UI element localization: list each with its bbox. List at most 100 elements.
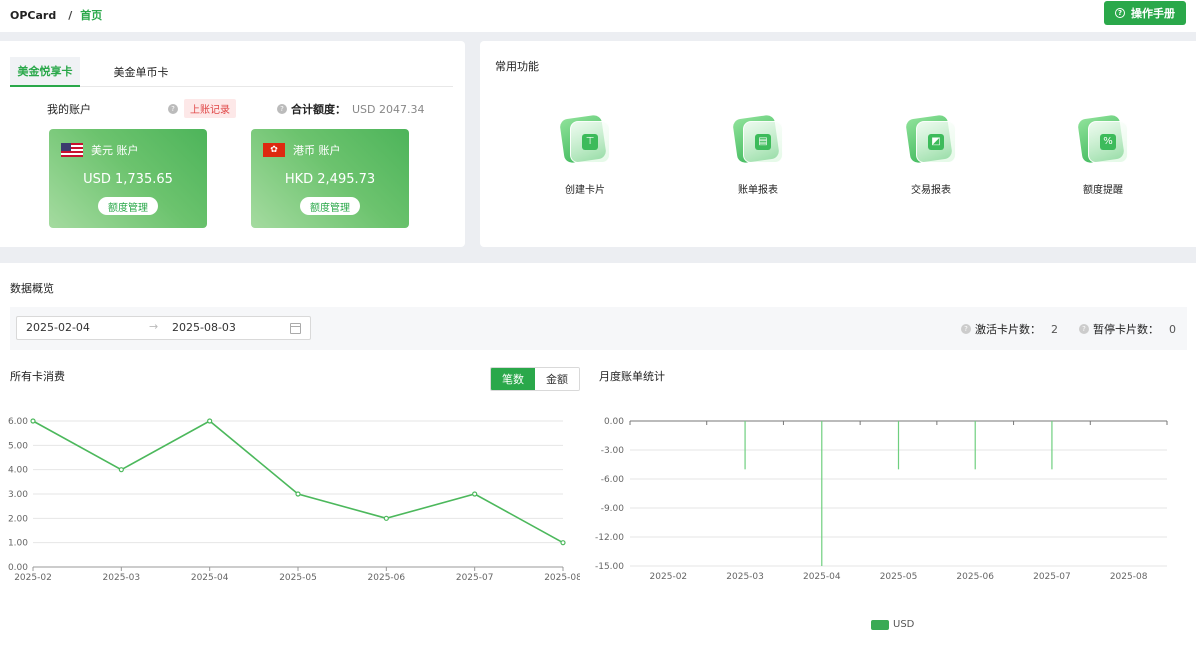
consumption-data-point <box>30 418 36 424</box>
y-tick-label: 0.00 <box>8 563 28 573</box>
ledger-record[interactable]: ? 上账记录 <box>168 99 236 118</box>
y-tick-label: 4.00 <box>8 466 28 476</box>
question-circle-icon: ? <box>1079 324 1089 334</box>
date-range-picker[interactable]: 2025-02-04 → 2025-08-03 <box>16 316 311 340</box>
y-tick-label: 6.00 <box>8 417 28 427</box>
x-tick-label: 2025-07 <box>456 573 494 583</box>
consumption-data-point <box>207 418 213 424</box>
end-date-input[interactable]: 2025-08-03 <box>172 321 236 334</box>
question-circle-icon: ? <box>961 324 971 334</box>
x-tick-label: 2025-02 <box>14 573 52 583</box>
monthly-bar <box>897 421 900 470</box>
x-tick-label: 2025-04 <box>191 573 229 583</box>
monthly-bar <box>974 421 976 470</box>
ledger-record-tag[interactable]: 上账记录 <box>184 99 236 118</box>
breadcrumb: OPCard / 首页 <box>10 7 102 23</box>
question-circle-icon: ? <box>168 103 178 114</box>
y-tick-label: 1.00 <box>8 539 28 549</box>
breadcrumb-separator: / <box>68 8 73 22</box>
monthly-bar <box>821 421 823 566</box>
usd-account-name: 美元 账户 <box>91 144 139 157</box>
us-flag-icon <box>61 143 83 157</box>
x-tick-label: 2025-03 <box>726 572 764 582</box>
create-card-label: 创建卡片 <box>565 185 605 196</box>
data-overview-title: 数据概览 <box>10 282 54 295</box>
card-tabs: 美金悦享卡 美金单币卡 <box>10 57 453 87</box>
create-card-shortcut[interactable]: ⊤ 创建卡片 <box>540 114 630 196</box>
breadcrumb-current: 首页 <box>80 9 103 22</box>
bill-report-icon: ▤ <box>732 114 783 165</box>
y-tick-label: -12.00 <box>595 533 624 543</box>
y-tick-label: 5.00 <box>8 441 28 451</box>
active-cards-label: 激活卡片数： <box>975 323 1041 336</box>
monthly-bar <box>744 421 746 470</box>
transaction-report-icon: ◩ <box>905 114 956 165</box>
usd-account-card: 美元 账户 USD 1,735.65 额度管理 <box>49 129 207 228</box>
consumption-data-point <box>560 540 566 546</box>
question-circle-icon: ? <box>277 104 287 114</box>
x-tick-label: 2025-08 <box>1110 572 1148 582</box>
usd-limit-manage-button[interactable]: 额度管理 <box>98 197 158 215</box>
chart-legend[interactable]: USD <box>871 619 914 630</box>
hk-flag-icon: ✿ <box>263 143 285 157</box>
manual-button-label: 操作手册 <box>1131 7 1175 20</box>
limit-alert-shortcut[interactable]: % 额度提醒 <box>1058 114 1148 196</box>
limit-alert-label: 额度提醒 <box>1083 185 1123 196</box>
manual-button[interactable]: ? 操作手册 <box>1104 1 1186 25</box>
bill-report-shortcut[interactable]: ▤ 账单报表 <box>713 114 803 196</box>
x-tick-label: 2025-04 <box>803 572 841 582</box>
tab-premium-card[interactable]: 美金悦享卡 <box>10 57 80 87</box>
consumption-line-chart: 0.00 1.00 2.00 3.00 4.00 5.00 6.00 2025-02 2025-… <box>8 417 580 583</box>
x-tick-label: 2025-05 <box>279 573 317 583</box>
y-tick-label: -6.00 <box>601 475 625 485</box>
hkd-account-amount: HKD 2,495.73 <box>284 172 376 187</box>
hkd-account-name: 港币 账户 <box>293 144 341 157</box>
consumption-series-line <box>32 420 564 544</box>
limit-alert-icon: % <box>1077 114 1128 165</box>
monthly-bill-title: 月度账单统计 <box>599 370 665 383</box>
monthly-bill-bar-chart: 0.00 -3.00 -6.00 -9.00 -12.00 -15.00 2025-02 20… <box>595 417 1168 582</box>
legend-swatch <box>871 619 889 630</box>
count-toggle-option[interactable]: 笔数 <box>491 368 535 390</box>
y-tick-label: -3.00 <box>601 446 625 456</box>
calendar-icon[interactable] <box>290 323 301 334</box>
y-tick-label: -9.00 <box>601 504 625 514</box>
monthly-bar <box>1051 421 1053 470</box>
transaction-report-shortcut[interactable]: ◩ 交易报表 <box>886 114 976 196</box>
create-card-icon: ⊤ <box>559 114 610 165</box>
consumption-metric-toggle: 笔数 金额 <box>490 367 580 391</box>
filter-bar: 2025-02-04 → 2025-08-03 ? 激活卡片数： 2 ? 暂停卡… <box>10 307 1187 350</box>
x-tick-label: 2025-03 <box>103 573 141 583</box>
paused-cards-value: 0 <box>1169 322 1176 336</box>
start-date-input[interactable]: 2025-02-04 <box>26 321 90 334</box>
x-tick-label: 2025-08 <box>544 573 580 583</box>
bill-report-label: 账单报表 <box>738 185 778 196</box>
brand-logo[interactable]: OPCard <box>10 9 56 22</box>
amount-toggle-option[interactable]: 金额 <box>535 368 579 390</box>
legend-label: USD <box>893 619 915 630</box>
my-account-label: 我的账户 <box>47 103 91 116</box>
range-arrow-icon: → <box>149 320 159 333</box>
all-cards-consumption-title: 所有卡消费 <box>10 370 65 383</box>
x-tick-label: 2025-05 <box>880 572 918 582</box>
x-tick-label: 2025-06 <box>368 573 406 583</box>
question-circle-icon: ? <box>1115 8 1125 18</box>
tab-single-currency-card[interactable]: 美金单币卡 <box>106 57 176 87</box>
consumption-data-point <box>118 467 124 473</box>
common-functions-panel: 常用功能 ⊤ 创建卡片 ▤ 账单报表 ◩ 交易报表 % 额度提醒 <box>480 41 1196 247</box>
account-panel: 美金悦享卡 美金单币卡 我的账户 ? 上账记录 ? 合计额度： USD 2047… <box>0 41 465 247</box>
total-limit-value: USD 2047.34 <box>352 102 425 116</box>
hkd-limit-manage-button[interactable]: 额度管理 <box>300 197 360 215</box>
transaction-report-label: 交易报表 <box>911 185 951 196</box>
active-cards-stat: ? 激活卡片数： 2 <box>961 321 1058 337</box>
y-tick-label: 2.00 <box>8 514 28 524</box>
active-cards-value: 2 <box>1051 322 1058 336</box>
consumption-data-point <box>295 491 301 497</box>
x-tick-label: 2025-02 <box>650 572 688 582</box>
consumption-data-point <box>383 515 389 521</box>
x-tick-label: 2025-06 <box>956 572 994 582</box>
y-tick-label: 0.00 <box>604 417 624 427</box>
y-tick-label: 3.00 <box>8 490 28 500</box>
consumption-data-point <box>472 491 478 497</box>
total-limit: ? 合计额度： USD 2047.34 <box>277 101 425 117</box>
